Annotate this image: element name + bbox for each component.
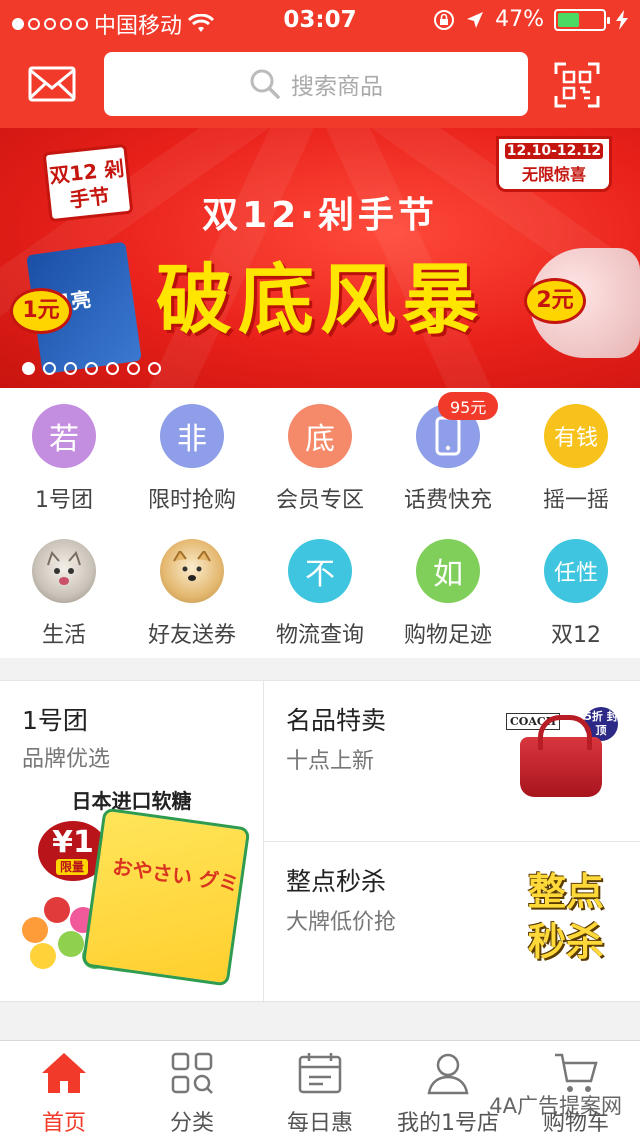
price-bubble-right: 2元 [524, 278, 586, 324]
user-icon [427, 1053, 469, 1095]
card-title: 1号团 [22, 706, 88, 735]
shake-icon: 有钱 [544, 404, 608, 468]
carousel-dot[interactable] [22, 362, 35, 375]
entry-footprint[interactable]: 如 购物足迹 [384, 523, 512, 658]
qr-scan-icon [554, 62, 600, 108]
entry-label: 购物足迹 [403, 623, 492, 648]
card-title: 整点秒杀 [286, 867, 387, 896]
carousel-dot[interactable] [64, 362, 77, 375]
tab-label: 每日惠 [286, 1111, 353, 1136]
handbag-image [520, 715, 602, 797]
status-right: 47% [433, 7, 628, 32]
grid-search-icon [171, 1052, 213, 1094]
tab-category[interactable]: 分类 [128, 1041, 256, 1137]
tab-home[interactable]: 首页 [0, 1041, 128, 1137]
entry-label: 话费快充 [403, 488, 492, 513]
promo-section: 1号团 品牌优选 日本进口软糖 ¥1 限量 おやさい グミ 名品特卖 十点上新 … [0, 680, 640, 1003]
price-value: ¥1 [52, 825, 94, 860]
tab-my-store[interactable]: 我的1号店 [384, 1041, 512, 1137]
bottom-tab-bar: 首页 分类 每日惠 我的1号店 购物车 [0, 1040, 640, 1137]
recharge-badge: 95元 [438, 392, 499, 420]
entry-label: 好友送券 [147, 623, 236, 648]
search-icon [250, 69, 280, 99]
location-icon [467, 11, 484, 28]
logistics-icon: 不 [288, 539, 352, 603]
entry-label: 限时抢购 [147, 488, 236, 513]
candy-caption: 日本进口软糖 [71, 789, 192, 813]
status-bar: 中国移动 03:07 47% [0, 0, 640, 42]
tab-label: 首页 [41, 1111, 86, 1136]
group-buy-icon: 若 [32, 404, 96, 468]
promo-banner[interactable]: 双12 剁手节 12.10-12.12 无限惊喜 双12·剁手节 破底风暴 月亮… [0, 128, 640, 388]
member-zone-icon: 底 [288, 404, 352, 468]
pack-text: おやさい グミ [111, 854, 241, 896]
entry-label: 生活 [41, 623, 86, 648]
home-icon [42, 1053, 86, 1093]
banner-date-range: 12.10-12.12 [505, 143, 603, 159]
tab-label: 分类 [169, 1111, 214, 1136]
flash-sale-icon: 非 [160, 404, 224, 468]
message-button[interactable] [28, 64, 76, 104]
tab-daily-deals[interactable]: 每日惠 [256, 1041, 384, 1137]
carousel-dot[interactable] [127, 362, 140, 375]
banner-date-tag: 12.10-12.12 无限惊喜 [496, 136, 612, 192]
top-header: 搜索商品 [0, 42, 640, 128]
mail-icon [28, 66, 76, 102]
entry-flash-sale[interactable]: 非 限时抢购 [128, 388, 256, 523]
entry-group-buy[interactable]: 若 1号团 [0, 388, 128, 523]
card-subtitle: 十点上新 [286, 749, 375, 774]
entry-double-12[interactable]: 任性 双12 [512, 523, 640, 658]
cat-photo-icon [32, 539, 96, 603]
card-title: 名品特卖 [286, 706, 387, 735]
tab-cart[interactable]: 购物车 [512, 1041, 640, 1137]
entry-shake[interactable]: 有钱 摇一摇 [512, 388, 640, 523]
card-subtitle: 大牌低价抢 [286, 910, 397, 935]
scan-button[interactable] [554, 62, 600, 108]
search-placeholder: 搜索商品 [291, 74, 383, 100]
footprint-icon: 如 [416, 539, 480, 603]
entry-label: 物流查询 [275, 623, 364, 648]
carousel-dot[interactable] [43, 362, 56, 375]
carousel-dot[interactable] [148, 362, 161, 375]
candy-pack-image: おやさい グミ [81, 807, 251, 987]
calendar-icon [298, 1053, 342, 1094]
entry-friend-coupon[interactable]: 好友送券 [128, 523, 256, 658]
cart-icon [555, 1053, 598, 1092]
flash-sale-logo: 整点 秒杀 [527, 870, 604, 964]
group-buy-card[interactable]: 1号团 品牌优选 日本进口软糖 ¥1 限量 おやさい グミ [0, 681, 263, 1003]
banner-subtitle: 双12·剁手节 [202, 195, 438, 236]
entry-label: 会员专区 [275, 488, 364, 513]
banner-date-caption: 无限惊喜 [521, 165, 586, 184]
watermark: 4A广告提案网 [489, 1094, 622, 1118]
carousel-dot[interactable] [85, 362, 98, 375]
battery-icon [554, 8, 610, 31]
dog-photo-icon [160, 539, 224, 603]
price-bubble-left: 1元 [10, 288, 72, 334]
entry-logistics[interactable]: 不 物流查询 [256, 523, 384, 658]
entry-label: 1号团 [35, 488, 93, 513]
rotation-lock-icon [434, 9, 455, 30]
entry-member-zone[interactable]: 底 会员专区 [256, 388, 384, 523]
charging-icon [616, 9, 628, 30]
search-input[interactable]: 搜索商品 [104, 52, 528, 116]
carousel-dot[interactable] [106, 362, 119, 375]
entry-life[interactable]: 生活 [0, 523, 128, 658]
carousel-indicator[interactable] [22, 362, 161, 375]
card-subtitle: 品牌优选 [22, 747, 111, 772]
entry-label: 摇一摇 [542, 488, 609, 513]
double-12-icon: 任性 [544, 539, 608, 603]
limited-tag: 限量 [56, 859, 89, 875]
entry-label: 双12 [551, 623, 601, 648]
quick-entry-grid: 若 1号团 非 限时抢购 底 会员专区 话费快充 有钱 摇一摇 95元 生活 好… [0, 388, 640, 658]
battery-percent: 47% [495, 7, 544, 32]
